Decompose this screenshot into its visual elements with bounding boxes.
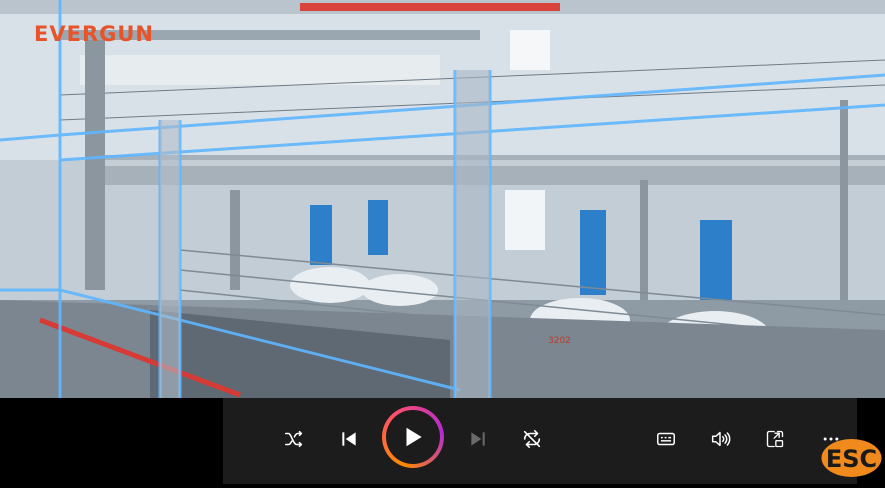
everun-logo: EVERGUN bbox=[34, 22, 154, 46]
esc-logo-badge: ESC bbox=[820, 437, 883, 479]
volume-button[interactable] bbox=[707, 426, 733, 452]
esc-logo: ESC bbox=[821, 439, 882, 477]
skip-previous-icon bbox=[342, 432, 356, 446]
next-button[interactable] bbox=[465, 426, 491, 452]
play-icon bbox=[406, 427, 422, 447]
esc-logo-text: ESC bbox=[826, 445, 877, 473]
shuffle-button[interactable] bbox=[281, 426, 307, 452]
miniplayer-button[interactable] bbox=[762, 426, 788, 452]
previous-button[interactable] bbox=[336, 426, 362, 452]
skip-next-icon bbox=[471, 432, 485, 446]
factory-scene: 3202 bbox=[0, 0, 885, 398]
volume-icon bbox=[711, 431, 731, 447]
shuffle-icon bbox=[284, 430, 303, 448]
captions-button[interactable] bbox=[653, 426, 679, 452]
video-frame[interactable]: 3202 EVERGUN bbox=[0, 0, 885, 398]
miniplayer-icon bbox=[766, 430, 784, 448]
play-button-inner bbox=[386, 410, 440, 464]
play-button[interactable] bbox=[382, 406, 444, 468]
equipment-number: 3202 bbox=[548, 336, 571, 346]
captions-icon bbox=[657, 432, 675, 446]
repeat-icon bbox=[523, 429, 541, 449]
repeat-button[interactable] bbox=[519, 426, 545, 452]
